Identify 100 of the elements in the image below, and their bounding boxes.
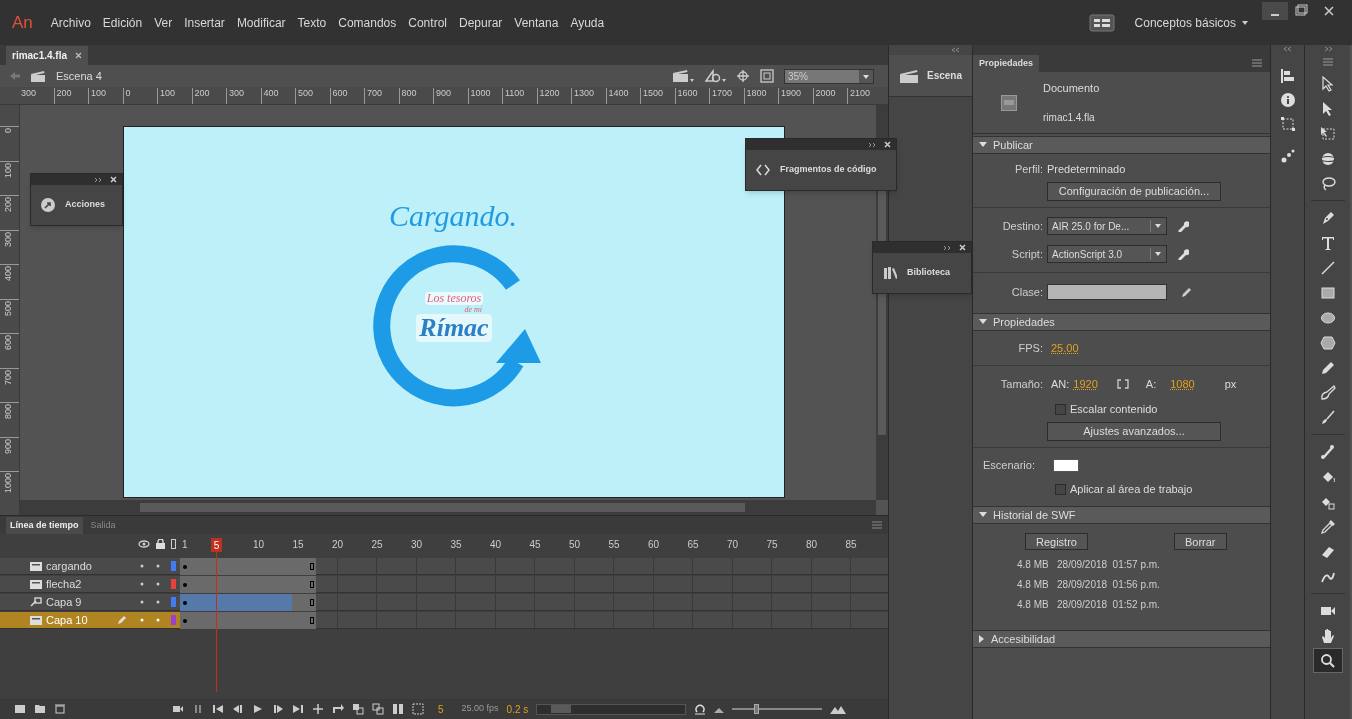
height-value[interactable]: 1080 — [1170, 375, 1195, 393]
trash-icon[interactable] — [54, 703, 66, 715]
timeline-tab[interactable]: Línea de tiempo — [6, 517, 83, 534]
symbol-icon[interactable] — [704, 69, 726, 83]
menu-item[interactable]: Ventana — [508, 13, 565, 32]
playhead-frame[interactable]: 5 — [211, 538, 222, 552]
layer-color-swatch[interactable] — [171, 579, 176, 589]
center-frame-icon[interactable] — [312, 703, 324, 715]
transform-icon[interactable] — [1280, 117, 1295, 131]
frame-rate-value[interactable]: 25.00 fps — [461, 702, 499, 716]
properties-tab[interactable]: Propiedades — [973, 55, 1040, 72]
clip-content-icon[interactable] — [760, 69, 774, 83]
step-back-icon[interactable] — [232, 703, 244, 715]
edit-frames-icon[interactable] — [392, 703, 404, 715]
first-frame-icon[interactable] — [212, 703, 224, 715]
section-header[interactable]: Publicar — [973, 136, 1270, 154]
last-frame-icon[interactable] — [292, 703, 304, 715]
section-header[interactable]: Accesibilidad — [973, 630, 1270, 648]
panel-button[interactable]: Escena — [889, 55, 972, 97]
checkbox[interactable] — [1055, 483, 1066, 495]
info-icon[interactable] — [1280, 93, 1295, 107]
onion-outline-icon[interactable] — [372, 703, 384, 715]
expand-icon[interactable] — [868, 141, 876, 148]
close-icon[interactable] — [75, 52, 83, 59]
center-stage-icon[interactable] — [736, 69, 750, 83]
expand-icon[interactable] — [943, 244, 951, 251]
history-button[interactable]: Borrar — [1173, 532, 1227, 550]
visibility-dot-icon[interactable] — [139, 581, 145, 587]
menu-item[interactable]: Control — [402, 13, 453, 32]
markers-icon[interactable] — [412, 703, 424, 715]
timeline-scrollbar[interactable] — [536, 703, 687, 715]
visibility-dot-icon[interactable] — [139, 617, 145, 623]
menu-item[interactable]: Comandos — [332, 13, 403, 32]
frame-size-slider[interactable] — [732, 704, 823, 714]
timeline-tab[interactable]: Salida — [86, 517, 120, 534]
layer-color-swatch[interactable] — [171, 561, 176, 571]
action-button[interactable]: Configuración de publicación... — [1047, 182, 1221, 201]
play-icon[interactable] — [252, 703, 264, 715]
wrench-icon[interactable] — [1177, 248, 1189, 260]
pause-icon[interactable] — [192, 703, 204, 715]
layer-row[interactable]: Capa 10 — [0, 612, 180, 629]
elapsed-time-value[interactable]: 0.2 s — [506, 701, 529, 717]
onion-skin-icon[interactable] — [352, 703, 364, 715]
menu-item[interactable]: Modificar — [230, 13, 292, 32]
lock-dot-icon[interactable] — [155, 581, 161, 587]
minimize-icon[interactable] — [1262, 1, 1288, 20]
section-header[interactable]: Historial de SWF — [973, 506, 1270, 524]
layer-row[interactable]: Capa 9 — [0, 594, 180, 611]
outline-icon[interactable] — [171, 539, 176, 549]
layer-color-swatch[interactable] — [171, 615, 176, 625]
lock-icon[interactable] — [156, 539, 165, 549]
visibility-dot-icon[interactable] — [139, 563, 145, 569]
workspace-dropdown[interactable]: Conceptos básicos — [1134, 13, 1248, 32]
current-frame-value[interactable]: 5 — [438, 701, 444, 717]
menu-item[interactable]: Depurar — [452, 13, 509, 32]
expand-icon[interactable] — [94, 176, 102, 183]
slider-thumb[interactable] — [753, 704, 759, 714]
clapperboard-icon[interactable] — [672, 69, 694, 83]
folder-icon[interactable] — [34, 703, 46, 715]
tool-button[interactable] — [1312, 648, 1343, 673]
menu-item[interactable]: Ver — [148, 13, 179, 32]
menu-item[interactable]: Insertar — [178, 13, 231, 32]
layer-color-swatch[interactable] — [171, 597, 176, 607]
sync-icon[interactable] — [694, 703, 707, 715]
close-icon[interactable] — [884, 141, 891, 148]
class-input-field[interactable] — [1047, 284, 1167, 300]
history-button[interactable]: Registro — [1025, 532, 1088, 550]
width-value[interactable]: 1920 — [1073, 375, 1098, 393]
panel-button[interactable]: Fragmentos de código — [746, 150, 896, 190]
dropdown[interactable]: ActionScript 3.0 — [1047, 245, 1167, 263]
align-icon[interactable] — [1280, 69, 1295, 83]
workspace-switcher-icon[interactable] — [1088, 13, 1115, 32]
close-icon[interactable] — [110, 176, 117, 183]
menu-item[interactable]: Edición — [96, 13, 149, 32]
dropdown[interactable]: AIR 25.0 for De... — [1047, 217, 1167, 235]
pencil-icon[interactable] — [1181, 286, 1193, 298]
loop-icon[interactable] — [332, 703, 344, 715]
wrench-icon[interactable] — [1177, 220, 1189, 232]
stage-color-swatch[interactable] — [1053, 458, 1079, 472]
camera-icon[interactable] — [172, 703, 184, 715]
link-icon[interactable] — [1115, 379, 1130, 389]
layer-row[interactable]: cargando — [0, 558, 180, 575]
action-button[interactable]: Ajustes avanzados... — [1047, 422, 1221, 441]
step-forward-icon[interactable] — [272, 703, 284, 715]
lock-dot-icon[interactable] — [155, 617, 161, 623]
layer-row[interactable]: flecha2 — [0, 576, 180, 593]
visibility-dot-icon[interactable] — [139, 599, 145, 605]
menu-item[interactable]: Archivo — [44, 13, 97, 32]
lock-dot-icon[interactable] — [155, 599, 161, 605]
close-icon[interactable] — [959, 244, 966, 251]
lock-dot-icon[interactable] — [155, 563, 161, 569]
panel-button[interactable]: Acciones — [31, 185, 122, 225]
section-header[interactable]: Propiedades — [973, 313, 1270, 331]
fps-value[interactable]: 25.00 — [1051, 339, 1079, 357]
checkbox[interactable] — [1055, 403, 1066, 415]
menu-item[interactable]: Ayuda — [564, 13, 611, 32]
motion-presets-icon[interactable] — [1280, 149, 1295, 163]
horizontal-scrollbar[interactable] — [20, 500, 876, 515]
panel-button[interactable]: Biblioteca — [873, 253, 971, 293]
eye-icon[interactable] — [138, 540, 150, 548]
